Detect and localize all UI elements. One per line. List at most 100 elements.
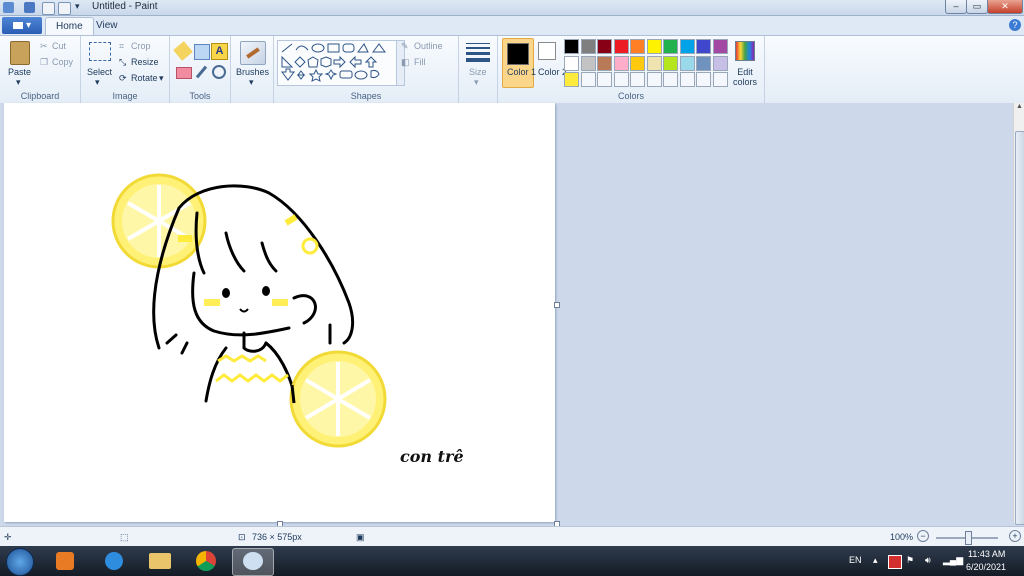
vertical-scrollbar[interactable]: ▲ [1013, 103, 1024, 525]
scroll-up-icon[interactable]: ▲ [1014, 103, 1024, 110]
action-center-icon[interactable]: ⚑ [906, 555, 914, 566]
palette-swatch[interactable] [580, 39, 596, 54]
edit-colors-button[interactable]: Edit colors [732, 67, 758, 87]
show-hidden-icons-icon[interactable]: ▴ [873, 555, 878, 566]
taskbar-paint[interactable] [232, 548, 274, 576]
palette-empty-swatch[interactable] [597, 72, 612, 87]
palette-empty-swatch[interactable] [630, 72, 645, 87]
resize-handle-right[interactable] [554, 302, 560, 308]
select-dropdown-icon[interactable]: ▾ [95, 77, 100, 88]
select-icon[interactable] [89, 42, 111, 61]
palette-swatch[interactable] [663, 39, 678, 54]
drawing-canvas[interactable]: con trê [4, 103, 560, 527]
outline-button[interactable]: Outline [414, 41, 443, 51]
edit-colors-icon[interactable] [735, 41, 755, 61]
palette-empty-swatch[interactable] [663, 72, 678, 87]
brush-icon[interactable] [240, 41, 266, 65]
tab-view[interactable]: View [86, 17, 128, 35]
palette-empty-swatch[interactable] [580, 72, 596, 87]
text-tool-icon[interactable]: A [211, 43, 228, 60]
palette-swatch[interactable] [712, 39, 728, 54]
fill-icon: ◧ [401, 57, 410, 67]
clock-date[interactable]: 6/20/2021 [966, 562, 1006, 572]
zoom-slider-thumb[interactable] [965, 531, 972, 545]
palette-swatch[interactable] [613, 39, 629, 54]
palette-swatch[interactable] [663, 55, 678, 71]
palette-empty-swatch[interactable] [712, 72, 728, 87]
palette-swatch[interactable] [679, 55, 695, 71]
help-button[interactable]: ? [1009, 19, 1021, 31]
zoom-in-button[interactable]: + [1009, 530, 1021, 542]
customize-quick-access-icon[interactable]: ▾ [75, 1, 80, 12]
size-button[interactable]: Size [469, 67, 487, 77]
color2-swatch[interactable] [538, 42, 556, 60]
undo-icon[interactable] [42, 2, 55, 15]
drawing-art [111, 173, 387, 448]
magnifier-icon[interactable] [212, 65, 226, 79]
palette-swatch[interactable] [679, 39, 695, 54]
redo-icon[interactable] [58, 2, 71, 15]
cut-button[interactable]: Cut [52, 41, 66, 51]
palette-swatch[interactable] [564, 55, 579, 71]
paste-icon[interactable] [10, 41, 30, 65]
palette-swatch[interactable] [646, 39, 662, 54]
language-indicator[interactable]: EN [849, 555, 862, 565]
ribbon: Paste ▾ ✂ Cut ❐ Copy Clipboard Select ▾ … [0, 35, 1024, 104]
start-button[interactable] [6, 548, 34, 576]
crop-button[interactable]: Crop [131, 41, 151, 51]
palette-swatch[interactable] [564, 39, 579, 54]
palette-empty-swatch[interactable] [646, 72, 662, 87]
taskbar-media-player[interactable] [45, 548, 85, 574]
scroll-thumb[interactable] [1015, 131, 1024, 525]
save-icon[interactable] [24, 2, 35, 13]
network-icon[interactable]: ▂▄▆ [943, 555, 963, 566]
fill-bucket-icon[interactable] [194, 44, 210, 60]
palette-empty-swatch[interactable] [696, 72, 711, 87]
copy-button[interactable]: Copy [52, 57, 73, 67]
palette-swatch[interactable] [580, 55, 596, 71]
taskbar-chrome[interactable] [186, 548, 226, 574]
rotate-dropdown-icon[interactable]: ▾ [159, 73, 164, 84]
palette-swatch[interactable] [630, 39, 645, 54]
shapes-gallery[interactable] [277, 40, 397, 86]
copy-icon: ❐ [40, 57, 49, 67]
select-button[interactable]: Select [87, 67, 112, 77]
workspace: con trê [0, 103, 1013, 527]
volume-icon[interactable]: 🔊︎ [925, 555, 931, 566]
minimize-button[interactable]: – [945, 0, 967, 14]
close-button[interactable]: ✕ [987, 0, 1023, 14]
rotate-button[interactable]: Rotate [131, 73, 158, 83]
file-menu-button[interactable]: ▾ [2, 17, 42, 34]
paste-button[interactable]: Paste [8, 67, 31, 77]
outline-icon: ✎ [401, 41, 409, 51]
palette-empty-swatch[interactable] [679, 72, 695, 87]
clock-time[interactable]: 11:43 AM [968, 549, 1005, 559]
palette-swatch[interactable] [696, 39, 711, 54]
palette-swatch[interactable] [630, 55, 645, 71]
palette-swatch[interactable] [613, 55, 629, 71]
taskbar-internet-explorer[interactable] [94, 548, 134, 574]
palette-swatch[interactable] [646, 55, 662, 71]
palette-swatch[interactable] [597, 55, 612, 71]
brushes-button[interactable]: Brushes [236, 67, 269, 77]
color1-selector[interactable] [502, 38, 534, 88]
palette-empty-swatch[interactable] [613, 72, 629, 87]
brushes-dropdown-icon[interactable]: ▾ [249, 77, 254, 88]
pencil-icon[interactable] [173, 41, 193, 61]
palette-swatch[interactable] [564, 72, 579, 87]
eraser-icon[interactable] [176, 67, 192, 79]
size-dropdown-icon[interactable]: ▾ [474, 77, 479, 88]
color-picker-icon[interactable] [194, 65, 208, 79]
palette-swatch[interactable] [597, 39, 612, 54]
maximize-button[interactable]: ▭ [966, 0, 988, 14]
palette-swatch[interactable] [696, 55, 711, 71]
fill-button[interactable]: Fill [414, 57, 426, 67]
antivirus-tray-icon[interactable] [888, 555, 902, 569]
zoom-out-button[interactable]: − [917, 530, 929, 542]
resize-button[interactable]: Resize [131, 57, 159, 67]
taskbar-file-explorer[interactable] [140, 548, 180, 574]
size-icon[interactable] [466, 43, 490, 62]
palette-swatch[interactable] [712, 55, 728, 71]
internet-explorer-icon [105, 552, 123, 570]
paste-dropdown-icon[interactable]: ▾ [16, 77, 21, 88]
